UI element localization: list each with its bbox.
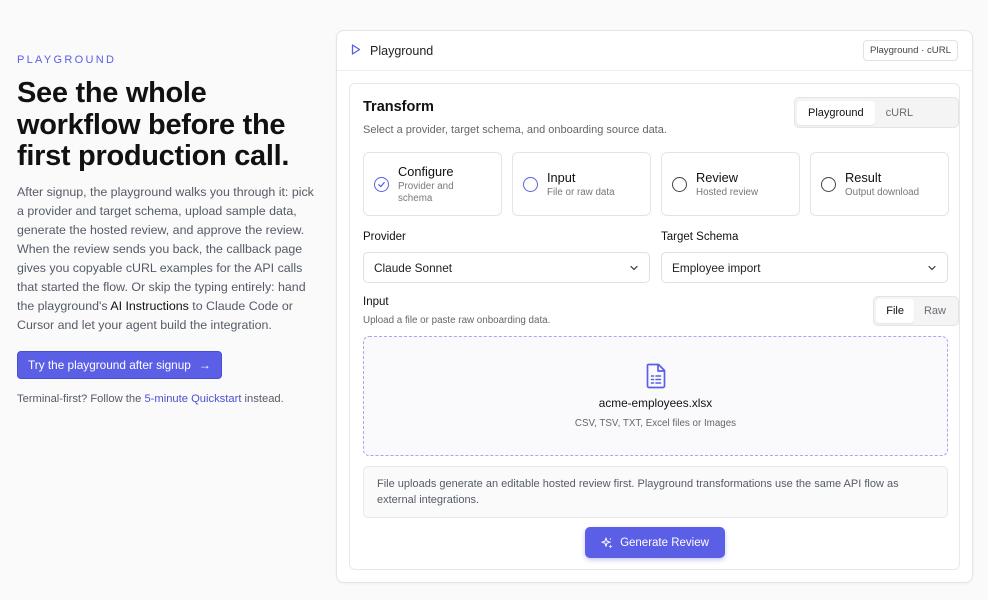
step-result[interactable]: Result Output download: [810, 152, 949, 216]
tab-file[interactable]: File: [876, 299, 914, 323]
file-types: CSV, TSV, TXT, Excel files or Images: [574, 418, 737, 429]
step-circle-icon: [672, 176, 687, 192]
tab-raw[interactable]: Raw: [914, 299, 956, 323]
file-spreadsheet-icon: [646, 363, 666, 389]
chevron-down-icon: [630, 265, 638, 270]
transform-card: Transform Select a provider, target sche…: [349, 83, 960, 570]
step-configure[interactable]: Configure Provider and schema: [363, 152, 502, 216]
step-circle-icon: [523, 176, 538, 192]
try-playground-button[interactable]: Try the playground after signup →: [17, 350, 222, 379]
quickstart-note: Terminal-first? Follow the 5-minute Quic…: [17, 393, 317, 405]
step-review[interactable]: Review Hosted review: [661, 152, 800, 216]
lede: After signup, the playground walks you t…: [17, 183, 317, 335]
chevron-down-icon: [928, 265, 936, 270]
panel-header: Playground Playground · cURL: [337, 31, 972, 71]
step-desc: Provider and schema: [398, 180, 454, 204]
input-sub: Upload a file or paste raw onboarding da…: [363, 315, 551, 326]
ai-instructions-link[interactable]: AI Instructions: [110, 299, 189, 313]
provider-value: Claude Sonnet: [374, 260, 453, 275]
sparkles-icon: [601, 537, 613, 548]
play-icon: [351, 43, 361, 58]
file-dropzone[interactable]: acme-employees.xlsx CSV, TSV, TXT, Excel…: [363, 336, 948, 456]
quickstart-link[interactable]: 5-minute Quickstart: [144, 393, 241, 405]
cta-label: Try the playground after signup: [28, 357, 191, 372]
playground-panel: Playground Playground · cURL Transform S…: [336, 30, 973, 583]
tab-curl[interactable]: cURL: [875, 101, 925, 125]
step-name: Input: [547, 169, 576, 185]
mode-toggle: Playground cURL: [794, 97, 959, 128]
check-icon: [374, 176, 389, 192]
schema-label: Target Schema: [661, 231, 739, 243]
provider-label: Provider: [363, 231, 406, 243]
note-prefix: Terminal-first? Follow the: [17, 392, 145, 405]
generate-review-button[interactable]: Generate Review: [585, 527, 725, 558]
generate-label: Generate Review: [620, 536, 709, 549]
input-mode-toggle: File Raw: [873, 296, 959, 326]
transform-title: Transform: [363, 99, 434, 115]
step-name: Configure: [398, 163, 454, 179]
panel-tag: Playground · cURL: [862, 40, 958, 61]
headline: See the whole workflow before the first …: [17, 77, 290, 172]
step-desc: File or raw data: [547, 186, 615, 198]
step-desc: Hosted review: [696, 186, 759, 198]
schema-value: Employee import: [672, 260, 761, 275]
eyebrow: PLAYGROUND: [17, 54, 117, 66]
arrow-right-icon: →: [198, 357, 211, 372]
step-name: Result: [845, 169, 882, 185]
step-input[interactable]: Input File or raw data: [512, 152, 651, 216]
file-name: acme-employees.xlsx: [598, 396, 713, 410]
schema-select[interactable]: Employee import: [661, 252, 948, 283]
step-desc: Output download: [845, 186, 920, 198]
lede-text-1: After signup, the playground walks you t…: [17, 184, 314, 313]
note-suffix: instead.: [241, 392, 284, 405]
panel-title: Playground: [370, 43, 434, 58]
stepper: Configure Provider and schema Input File…: [363, 152, 949, 216]
step-name: Review: [696, 169, 738, 185]
transform-subtitle: Select a provider, target schema, and on…: [363, 124, 667, 136]
info-note: File uploads generate an editable hosted…: [363, 466, 948, 518]
hero-section: PLAYGROUND See the whole workflow before…: [17, 54, 317, 405]
input-label: Input: [363, 296, 389, 308]
tab-playground[interactable]: Playground: [797, 100, 875, 125]
step-circle-icon: [821, 176, 836, 192]
provider-select[interactable]: Claude Sonnet: [363, 252, 650, 283]
